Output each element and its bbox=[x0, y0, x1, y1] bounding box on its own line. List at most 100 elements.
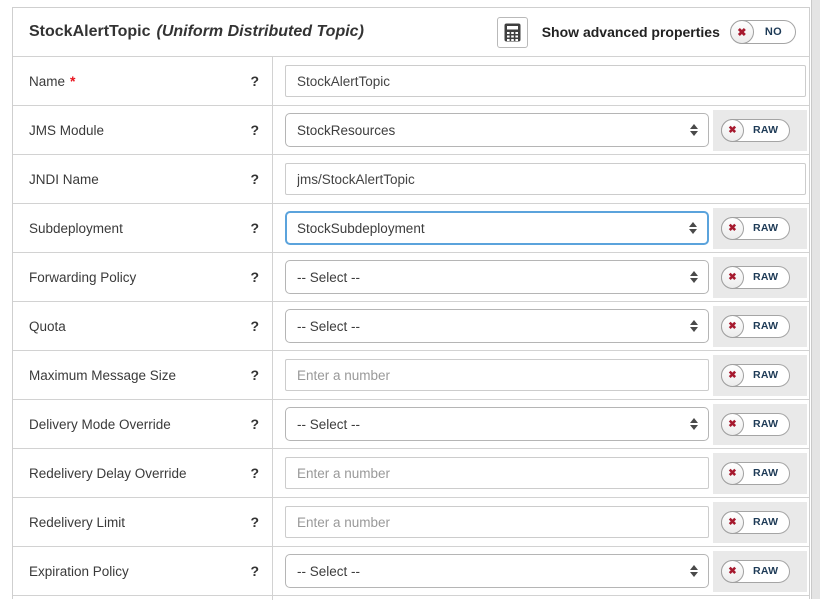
x-icon: ✖ bbox=[721, 119, 744, 142]
raw-label: RAW bbox=[753, 271, 778, 283]
field-label: Expiration Policy bbox=[29, 564, 129, 579]
select-spinner-icon bbox=[690, 565, 698, 577]
help-icon[interactable]: ? bbox=[250, 122, 259, 138]
raw-toggle[interactable]: ✖ RAW bbox=[721, 364, 790, 387]
select-value: -- Select -- bbox=[297, 417, 360, 432]
raw-strip: ✖ RAW bbox=[713, 453, 807, 494]
raw-strip: ✖ RAW bbox=[713, 110, 807, 151]
field-label: JNDI Name bbox=[29, 172, 99, 187]
field-label: Subdeployment bbox=[29, 221, 123, 236]
field-label: Delivery Mode Override bbox=[29, 417, 171, 432]
raw-toggle[interactable]: ✖ RAW bbox=[721, 217, 790, 240]
form-header: StockAlertTopic (Uniform Distributed Top… bbox=[13, 8, 809, 56]
raw-label: RAW bbox=[753, 369, 778, 381]
x-icon: ✖ bbox=[721, 462, 744, 485]
row-name: Name * ? bbox=[13, 56, 809, 105]
raw-label: RAW bbox=[753, 418, 778, 430]
raw-label: RAW bbox=[753, 124, 778, 136]
help-icon[interactable]: ? bbox=[250, 465, 259, 481]
row-maximum-message-size: Maximum Message Size ? ✖ RAW bbox=[13, 350, 809, 399]
calculator-icon bbox=[504, 23, 521, 42]
forwarding-policy-select[interactable]: -- Select -- bbox=[285, 260, 709, 294]
row-partial-next bbox=[13, 595, 809, 600]
select-value: -- Select -- bbox=[297, 564, 360, 579]
redelivery-delay-override-input[interactable] bbox=[285, 457, 709, 489]
row-redelivery-limit: Redelivery Limit ? ✖ RAW bbox=[13, 497, 809, 546]
raw-strip: ✖ RAW bbox=[713, 355, 807, 396]
row-jms-module: JMS Module ? StockResources ✖ RAW bbox=[13, 105, 809, 154]
raw-strip: ✖ RAW bbox=[713, 404, 807, 445]
x-icon: ✖ bbox=[721, 266, 744, 289]
select-spinner-icon bbox=[690, 271, 698, 283]
raw-label: RAW bbox=[753, 565, 778, 577]
x-icon: ✖ bbox=[721, 560, 744, 583]
select-value: StockSubdeployment bbox=[297, 221, 425, 236]
advanced-properties-toggle[interactable]: ✖ NO bbox=[730, 20, 796, 44]
select-spinner-icon bbox=[690, 418, 698, 430]
calculator-icon-button[interactable] bbox=[497, 17, 528, 48]
raw-label: RAW bbox=[753, 320, 778, 332]
x-icon: ✖ bbox=[721, 511, 744, 534]
jms-module-select[interactable]: StockResources bbox=[285, 113, 709, 147]
row-expiration-policy: Expiration Policy ? -- Select -- ✖ RAW bbox=[13, 546, 809, 595]
jndi-name-input[interactable] bbox=[285, 163, 806, 195]
field-label: Name bbox=[29, 74, 65, 89]
topic-properties-form: StockAlertTopic (Uniform Distributed Top… bbox=[12, 7, 810, 599]
row-jndi-name: JNDI Name ? bbox=[13, 154, 809, 203]
raw-label: RAW bbox=[753, 222, 778, 234]
help-icon[interactable]: ? bbox=[250, 563, 259, 579]
raw-strip: ✖ RAW bbox=[713, 502, 807, 543]
maximum-message-size-input[interactable] bbox=[285, 359, 709, 391]
help-icon[interactable]: ? bbox=[250, 514, 259, 530]
field-label: Forwarding Policy bbox=[29, 270, 136, 285]
toggle-state-label: NO bbox=[765, 26, 782, 38]
redelivery-limit-input[interactable] bbox=[285, 506, 709, 538]
help-icon[interactable]: ? bbox=[250, 73, 259, 89]
field-label: Redelivery Delay Override bbox=[29, 466, 187, 481]
raw-toggle[interactable]: ✖ RAW bbox=[721, 413, 790, 436]
raw-toggle[interactable]: ✖ RAW bbox=[721, 462, 790, 485]
raw-strip: ✖ RAW bbox=[713, 551, 807, 592]
select-value: -- Select -- bbox=[297, 270, 360, 285]
x-icon: ✖ bbox=[721, 413, 744, 436]
select-spinner-icon bbox=[690, 124, 698, 136]
help-icon[interactable]: ? bbox=[250, 318, 259, 334]
row-subdeployment: Subdeployment ? StockSubdeployment ✖ RAW bbox=[13, 203, 809, 252]
help-icon[interactable]: ? bbox=[250, 416, 259, 432]
select-value: StockResources bbox=[297, 123, 395, 138]
raw-label: RAW bbox=[753, 516, 778, 528]
help-icon[interactable]: ? bbox=[250, 367, 259, 383]
x-icon: ✖ bbox=[730, 20, 754, 44]
delivery-mode-override-select[interactable]: -- Select -- bbox=[285, 407, 709, 441]
expiration-policy-select[interactable]: -- Select -- bbox=[285, 554, 709, 588]
row-redelivery-delay-override: Redelivery Delay Override ? ✖ RAW bbox=[13, 448, 809, 497]
raw-toggle[interactable]: ✖ RAW bbox=[721, 560, 790, 583]
raw-toggle[interactable]: ✖ RAW bbox=[721, 315, 790, 338]
row-forwarding-policy: Forwarding Policy ? -- Select -- ✖ RAW bbox=[13, 252, 809, 301]
help-icon[interactable]: ? bbox=[250, 220, 259, 236]
name-input[interactable] bbox=[285, 65, 806, 97]
raw-strip: ✖ RAW bbox=[713, 208, 807, 249]
row-quota: Quota ? -- Select -- ✖ RAW bbox=[13, 301, 809, 350]
select-spinner-icon bbox=[689, 222, 697, 234]
subdeployment-select[interactable]: StockSubdeployment bbox=[285, 211, 709, 245]
raw-toggle[interactable]: ✖ RAW bbox=[721, 119, 790, 142]
advanced-properties-label: Show advanced properties bbox=[542, 24, 720, 40]
field-label: Quota bbox=[29, 319, 66, 334]
select-spinner-icon bbox=[690, 320, 698, 332]
raw-toggle[interactable]: ✖ RAW bbox=[721, 266, 790, 289]
help-icon[interactable]: ? bbox=[250, 269, 259, 285]
page-subtitle: (Uniform Distributed Topic) bbox=[157, 23, 364, 41]
x-icon: ✖ bbox=[721, 217, 744, 240]
field-label: Redelivery Limit bbox=[29, 515, 125, 530]
page-title: StockAlertTopic bbox=[29, 23, 151, 41]
raw-strip: ✖ RAW bbox=[713, 306, 807, 347]
help-icon[interactable]: ? bbox=[250, 171, 259, 187]
field-label: Maximum Message Size bbox=[29, 368, 176, 383]
page-right-gutter bbox=[811, 0, 820, 599]
quota-select[interactable]: -- Select -- bbox=[285, 309, 709, 343]
select-value: -- Select -- bbox=[297, 319, 360, 334]
raw-toggle[interactable]: ✖ RAW bbox=[721, 511, 790, 534]
row-delivery-mode-override: Delivery Mode Override ? -- Select -- ✖ … bbox=[13, 399, 809, 448]
field-label: JMS Module bbox=[29, 123, 104, 138]
